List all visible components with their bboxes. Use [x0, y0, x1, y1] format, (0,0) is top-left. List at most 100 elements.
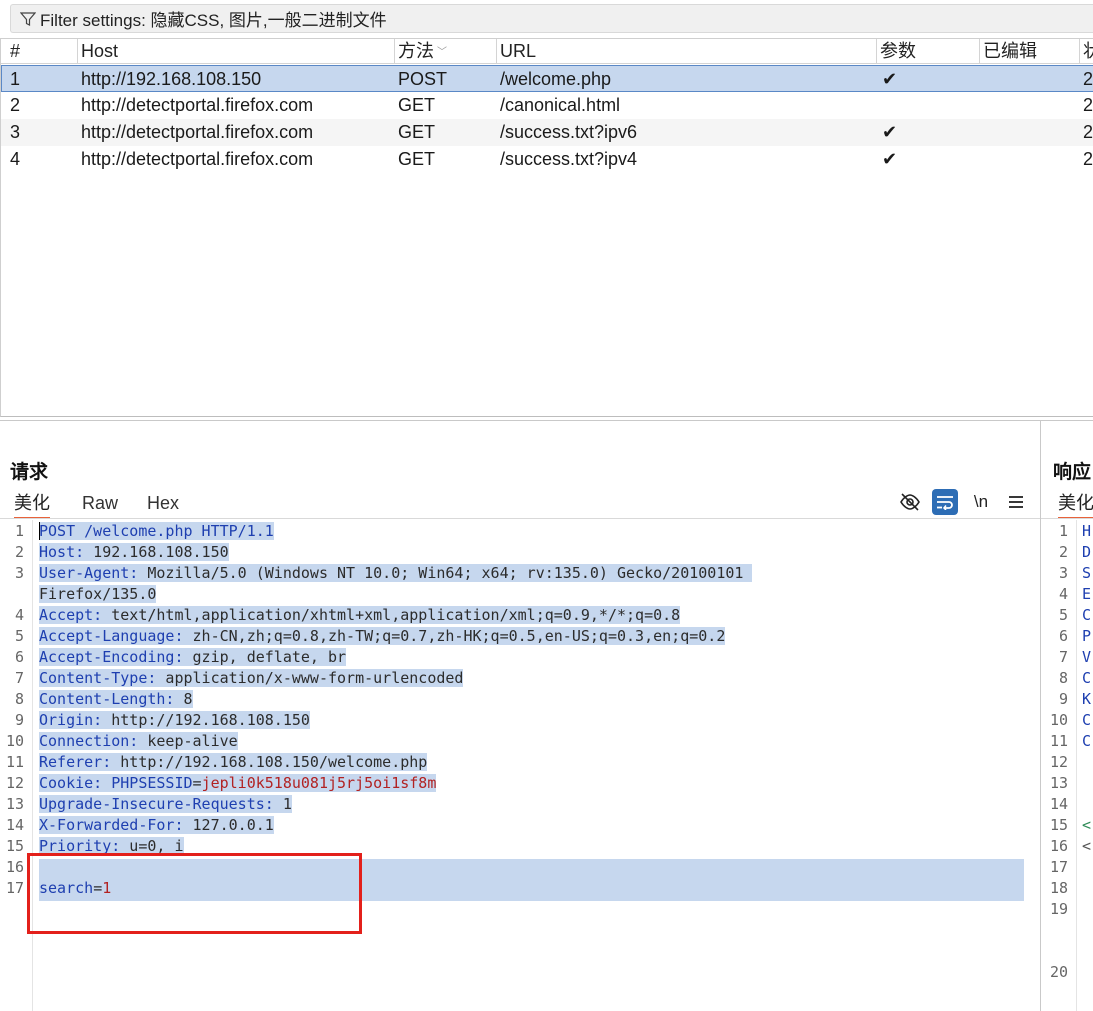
column-header-params[interactable]: 参数 [876, 39, 979, 64]
header-value: 127.0.0.1 [183, 816, 274, 834]
code-line: C [1082, 669, 1092, 687]
code-line: < [1082, 816, 1092, 834]
table-row[interactable]: 3 http://detectportal.firefox.com GET /s… [1, 119, 1093, 146]
line-number: 5 [1058, 606, 1068, 624]
row-params-check: ✔ [882, 69, 898, 89]
code-line: H [1082, 522, 1092, 540]
line-number: 16 [5, 858, 24, 876]
code-line: Accept: text/html,application/xhtml+xml,… [39, 605, 681, 626]
row-method: GET [398, 95, 436, 115]
code-line: C [1082, 606, 1092, 624]
header-value: gzip, deflate, br [183, 648, 347, 666]
code-line: Content-Type: application/x-www-form-url… [39, 668, 464, 689]
line-number: 6 [1058, 627, 1068, 645]
table-row[interactable]: 1 http://192.168.108.150 POST /welcome.p… [1, 65, 1093, 92]
line-number: 13 [5, 795, 24, 813]
column-header-url[interactable]: URL [496, 39, 876, 64]
line-number: 12 [1049, 753, 1068, 771]
line-number: 5 [14, 627, 24, 645]
table-row[interactable]: 2 http://detectportal.firefox.com GET /c… [1, 92, 1093, 119]
menu-icon[interactable] [1003, 489, 1029, 515]
request-panel-title: 请求 [10, 462, 49, 483]
header-key: User-Agent: [39, 564, 139, 582]
line-number: 15 [1049, 816, 1068, 834]
code-line: V [1082, 648, 1092, 666]
header-key: X-Forwarded-For: [39, 816, 184, 834]
line-number: 18 [1049, 879, 1068, 897]
row-url: /welcome.php [500, 69, 612, 89]
tab-hex[interactable]: Hex [147, 491, 179, 519]
cookie-value: jepli0k518u081j5rj5oi1sf8m [201, 774, 437, 792]
column-header-number[interactable]: # [1, 39, 77, 64]
line-number: 2 [1058, 543, 1068, 561]
header-value: http://192.168.108.150/welcome.php [111, 753, 428, 771]
line-number: 14 [5, 816, 24, 834]
line-number: 7 [14, 669, 24, 687]
code-line: Upgrade-Insecure-Requests: 1 [39, 794, 292, 815]
table-row[interactable]: 4 http://detectportal.firefox.com GET /s… [1, 146, 1093, 173]
row-url: /success.txt?ipv4 [500, 149, 638, 169]
proxy-history-table[interactable]: # Host 方法﹀ URL 参数 已编辑 状 1 http://192.168… [0, 38, 1093, 417]
request-editor[interactable]: 1 2 3 4 5 6 7 8 9 10 11 12 13 14 15 16 1… [0, 520, 1040, 1011]
line-number: 11 [1049, 732, 1068, 750]
word-wrap-icon[interactable] [932, 489, 958, 515]
column-header-edited[interactable]: 已编辑 [979, 39, 1079, 64]
code-line: P [1082, 627, 1092, 645]
tab-pretty[interactable]: 美化 [14, 491, 50, 519]
header-value: keep-alive [138, 732, 238, 750]
row-url: /success.txt?ipv6 [500, 122, 638, 142]
row-host: http://192.168.108.150 [81, 69, 262, 89]
header-value: Mozilla/5.0 (Windows NT 10.0; Win64; x64… [138, 564, 753, 582]
line-number-gutter: 1 2 3 4 5 6 7 8 9 10 11 12 13 14 15 16 1… [0, 520, 33, 1011]
request-tabs: 美化 Raw Hex [0, 491, 1040, 519]
row-number: 4 [10, 149, 21, 169]
tab-raw[interactable]: Raw [82, 491, 118, 519]
line-number: 7 [1058, 648, 1068, 666]
code-line: Connection: keep-alive [39, 731, 238, 752]
response-tab-pretty[interactable]: 美化 [1058, 491, 1093, 519]
column-header-method-label: 方法 [398, 41, 434, 61]
response-panel-title: 响应 [1053, 462, 1092, 483]
code-line: POST /welcome.php HTTP/1.1 [39, 521, 274, 542]
line-number: 17 [5, 879, 24, 897]
line-number: 1 [1058, 522, 1068, 540]
header-key: Host: [39, 543, 85, 561]
column-header-method[interactable]: 方法 ﹀ [394, 39, 496, 64]
line-number: 14 [1049, 795, 1068, 813]
header-key: Accept-Encoding: [39, 648, 184, 666]
code-line: E [1082, 585, 1092, 603]
code-line: Accept-Encoding: gzip, deflate, br [39, 647, 347, 668]
response-line-number-gutter: 1 2 3 4 5 6 7 8 9 10 11 12 13 14 15 16 1… [1041, 520, 1077, 1011]
line-number: 4 [14, 606, 24, 624]
line-number: 8 [1058, 669, 1068, 687]
line-number: 11 [5, 753, 24, 771]
line-number: 6 [14, 648, 24, 666]
column-header-host[interactable]: Host [77, 39, 394, 64]
hide-non-printable-eye-off-icon[interactable] [897, 489, 923, 515]
code-line: C [1082, 732, 1092, 750]
line-number: 10 [1049, 711, 1068, 729]
line-number: 12 [5, 774, 24, 792]
row-method: GET [398, 122, 436, 142]
code-line: Cookie: PHPSESSID=jepli0k518u081j5rj5oi1… [39, 773, 437, 794]
row-status: 2 [1083, 69, 1093, 89]
filter-settings-bar[interactable]: Filter settings: 隐藏CSS, 图片,一般二进制文件 [10, 4, 1093, 33]
code-line: Accept-Language: zh-CN,zh;q=0.8,zh-TW;q=… [39, 626, 726, 647]
column-header-status[interactable]: 状 [1079, 39, 1093, 64]
line-number: 1 [14, 522, 24, 540]
line-number: 2 [14, 543, 24, 561]
line-number: 3 [1058, 564, 1068, 582]
line-number: 9 [1058, 690, 1068, 708]
row-method: GET [398, 149, 436, 169]
row-params-check: ✔ [882, 149, 898, 169]
header-value: 1 [273, 795, 292, 813]
show-newlines-button[interactable]: \n [968, 489, 994, 515]
header-value: 8 [174, 690, 193, 708]
line-number: 8 [14, 690, 24, 708]
header-key: Connection: [39, 732, 139, 750]
line-number: 20 [1049, 963, 1068, 981]
header-value: application/x-www-form-urlencoded [156, 669, 464, 687]
header-key: Accept: [39, 606, 103, 624]
code-line: User-Agent: Mozilla/5.0 (Windows NT 10.0… [39, 563, 753, 584]
code-line: Firefox/135.0 [39, 584, 157, 605]
